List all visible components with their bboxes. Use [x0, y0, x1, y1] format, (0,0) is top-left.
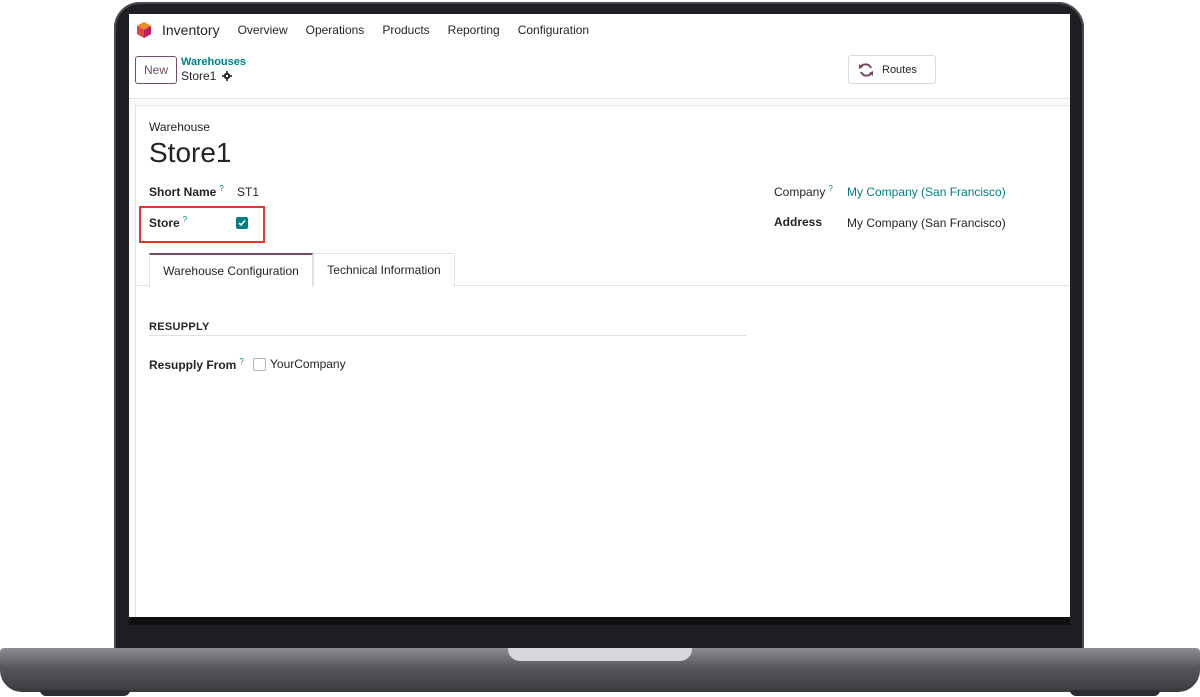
- laptop-foot-right: [1070, 690, 1160, 696]
- nav-products[interactable]: Products: [382, 23, 429, 37]
- company-label-text: Company: [774, 185, 826, 199]
- breadcrumb-current: Store1: [181, 69, 233, 83]
- resupply-section-title: RESUPPLY: [149, 321, 210, 333]
- resupply-option-label[interactable]: YourCompany: [270, 357, 346, 371]
- nav-overview[interactable]: Overview: [238, 23, 288, 37]
- tab-technical-information[interactable]: Technical Information: [313, 253, 455, 286]
- address-label: Address: [774, 215, 823, 229]
- short-name-field[interactable]: ST1: [237, 185, 259, 199]
- app-screen: Inventory Overview Operations Products R…: [129, 14, 1070, 617]
- screen-bezel: [129, 617, 1070, 625]
- breadcrumb-warehouses[interactable]: Warehouses: [181, 56, 246, 68]
- app-name[interactable]: Inventory: [162, 22, 220, 38]
- nav-operations[interactable]: Operations: [306, 23, 365, 37]
- routes-button[interactable]: Routes: [848, 55, 936, 84]
- resupply-from-label-text: Resupply From: [149, 358, 237, 372]
- routes-label: Routes: [882, 63, 917, 76]
- model-label: Warehouse: [149, 120, 210, 134]
- inventory-app-icon[interactable]: [136, 22, 152, 38]
- nav-configuration[interactable]: Configuration: [518, 23, 589, 37]
- help-icon[interactable]: ?: [828, 184, 832, 193]
- tab-warehouse-configuration[interactable]: Warehouse Configuration: [149, 253, 313, 288]
- laptop-foot-left: [40, 690, 130, 696]
- control-panel: New Warehouses Store1 Routes: [129, 50, 1070, 99]
- check-icon: [238, 219, 246, 227]
- store-label: Store?: [149, 215, 187, 230]
- top-navbar: Inventory Overview Operations Products R…: [129, 14, 1070, 46]
- company-field[interactable]: My Company (San Francisco): [847, 185, 1006, 199]
- store-label-text: Store: [149, 216, 180, 230]
- address-field[interactable]: My Company (San Francisco): [847, 216, 1006, 230]
- resupply-from-label: Resupply From?: [149, 357, 244, 372]
- refresh-icon: [859, 62, 873, 77]
- resupply-yourcompany-checkbox[interactable]: [253, 358, 266, 371]
- laptop-notch: [508, 648, 692, 661]
- new-button[interactable]: New: [135, 56, 177, 84]
- help-icon[interactable]: ?: [239, 357, 243, 366]
- company-label: Company?: [774, 184, 833, 199]
- help-icon[interactable]: ?: [219, 184, 223, 193]
- gear-icon[interactable]: [222, 71, 233, 81]
- record-title[interactable]: Store1: [149, 137, 232, 169]
- section-divider: [149, 335, 746, 336]
- store-checkbox[interactable]: [236, 217, 248, 229]
- breadcrumb-current-label: Store1: [181, 69, 217, 83]
- help-icon[interactable]: ?: [183, 215, 187, 224]
- short-name-label: Short Name?: [149, 184, 224, 199]
- nav-reporting[interactable]: Reporting: [448, 23, 500, 37]
- short-name-label-text: Short Name: [149, 185, 217, 199]
